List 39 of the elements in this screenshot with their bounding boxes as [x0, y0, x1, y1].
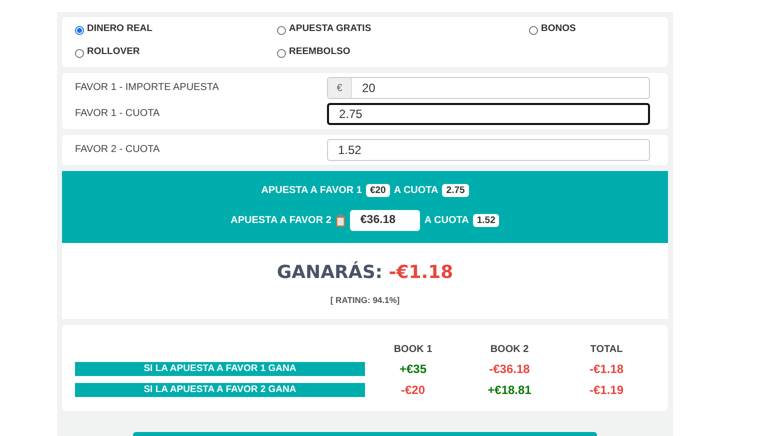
rating-text: [ RATING: 94.1%] [330, 295, 400, 305]
input-field[interactable]: 1.52 [327, 139, 650, 161]
radio-button[interactable] [277, 26, 286, 35]
row-label: SI LA APUESTA A FAVOR 2 GANA [75, 383, 365, 397]
odds-value: 2.75 [442, 184, 469, 196]
radio-option[interactable]: DINERO REAL [75, 23, 152, 40]
radio-option[interactable]: ROLLOVER [75, 46, 140, 63]
profit-result: GANARÁS: -€1.18 [276, 262, 454, 283]
stake-field[interactable]: €36.18 [350, 210, 420, 230]
column-header: BOOK 2 [489, 344, 530, 355]
radio-button[interactable] [277, 48, 286, 58]
odds-value: 1.52 [472, 214, 500, 226]
table-cell-text: -€1.19 [588, 383, 625, 397]
field-label: FAVOR 2 - CUOTA [75, 144, 160, 155]
input-field[interactable]: 2.75 [327, 103, 650, 125]
row-label: SI LA APUESTA A FAVOR 1 GANA [75, 362, 365, 376]
currency-prefix: € [328, 78, 352, 98]
table-cell-text: +€18.81 [486, 383, 532, 397]
column-header: BOOK 1 [392, 344, 434, 355]
radio-option[interactable]: APUESTA GRATIS [277, 23, 372, 40]
radio-button[interactable] [75, 26, 84, 35]
column-header: TOTAL [589, 344, 624, 355]
odds-label: A CUOTA [424, 214, 469, 226]
radio-button[interactable] [75, 48, 84, 58]
summary-label: APUESTA A FAVOR 2 [230, 214, 332, 226]
stake-amount: €20 [366, 184, 390, 196]
field-label: FAVOR 1 - IMPORTE APUESTA [75, 82, 219, 93]
field-label: FAVOR 1 - CUOTA [75, 108, 160, 119]
radio-option[interactable]: REEMBOLSO [277, 46, 350, 63]
table-cell-text: -€36.18 [488, 362, 531, 376]
clipboard-icon[interactable] [335, 214, 346, 226]
radio-button[interactable] [529, 26, 538, 35]
odds-label: A CUOTA [394, 184, 438, 196]
table-cell-text: -€20 [400, 383, 426, 397]
radio-option[interactable]: BONOS [529, 23, 576, 40]
input-field[interactable]: € 20 [327, 77, 650, 99]
summary-label: APUESTA A FAVOR 1 [261, 184, 362, 196]
table-cell-text: +€35 [398, 362, 428, 376]
table-cell-text: -€1.18 [588, 362, 625, 376]
